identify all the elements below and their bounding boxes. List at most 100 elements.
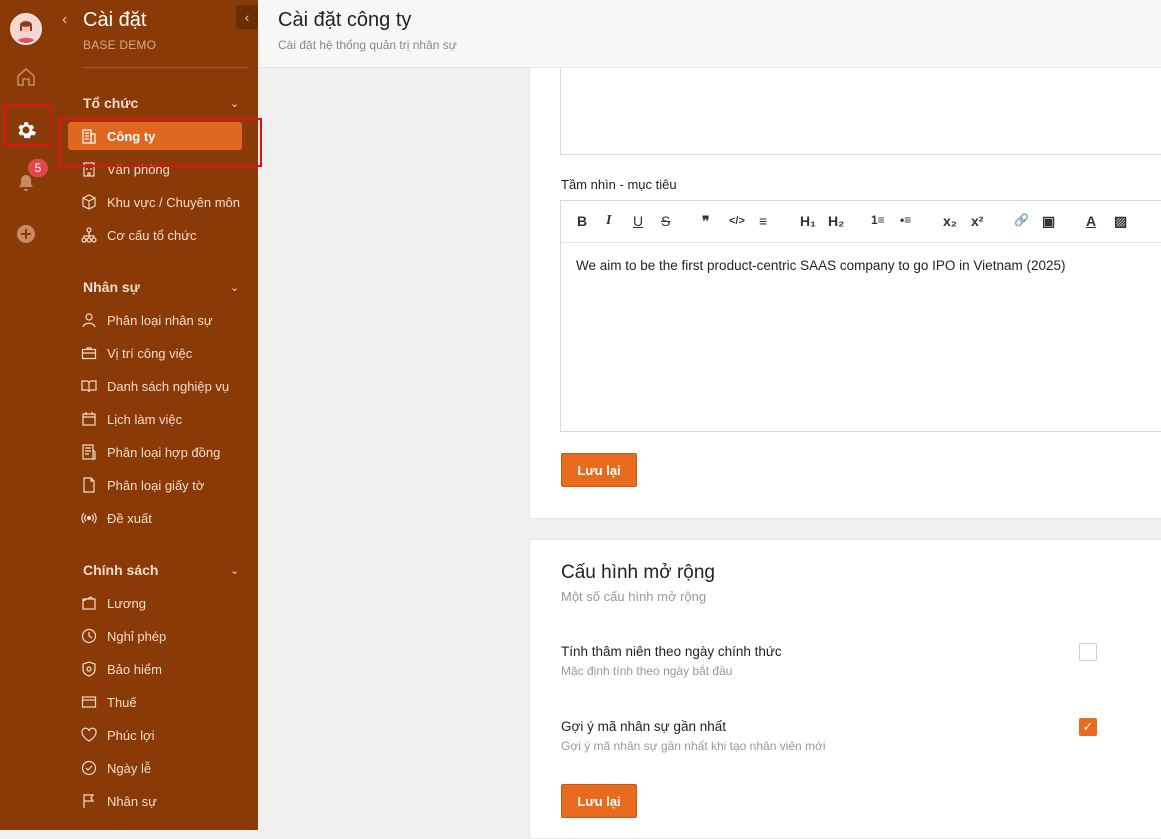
sidebar-item-luong[interactable]: Lương [68, 589, 242, 617]
subscript-icon[interactable]: x₂ [943, 213, 957, 229]
group-to-chuc[interactable]: Tổ chức [83, 95, 138, 111]
bullet-list-icon[interactable]: •≡ [900, 213, 911, 227]
highlight-settings [4, 104, 53, 146]
sidebar-item-thue[interactable]: Thuế [68, 688, 242, 716]
quote-icon[interactable]: ❞ [702, 213, 710, 230]
highlight-icon[interactable]: ▨ [1114, 213, 1127, 230]
contract-icon [80, 444, 98, 460]
sidebar-item-label: Phúc lợi [107, 727, 155, 743]
sidebar-item-khu-vuc[interactable]: Khu vực / Chuyên môn [68, 188, 242, 216]
sidebar-item-de-xuat[interactable]: Đề xuất [68, 504, 242, 532]
sidebar-item-label: Vị trí công việc [107, 345, 193, 361]
superscript-icon[interactable]: x² [971, 213, 983, 229]
highlight-cong-ty [58, 118, 262, 167]
sidebar-item-label: Bảo hiểm [107, 661, 162, 677]
align-icon[interactable]: ≡ [759, 213, 767, 229]
sidebar-item-giay-to[interactable]: Phân loại giấy tờ [68, 471, 242, 499]
tax-icon [80, 694, 98, 710]
sidebar-item-bao-hiem[interactable]: Bảo hiểm [68, 655, 242, 683]
heading2-icon[interactable]: H₂ [828, 213, 844, 229]
group-nhan-su[interactable]: Nhân sự [83, 279, 140, 295]
option-hint: Gợi ý mã nhân sự gần nhất khi tạo nhân v… [561, 739, 826, 753]
sidebar-item-label: Lịch làm việc [107, 411, 183, 427]
company-info-card: Tầm nhìn - mục tiêu B I U S ❞ </> ≡ H₁ H… [529, 68, 1161, 519]
back-chevron-icon[interactable]: ‹ [62, 11, 67, 29]
extended-config-card: Cấu hình mở rộng Một số cấu hình mở rộng… [529, 539, 1161, 839]
vision-label: Tầm nhìn - mục tiêu [561, 177, 677, 192]
image-icon[interactable]: ▣ [1042, 213, 1055, 230]
company-name: BASE DEMO [83, 38, 157, 52]
user-avatar[interactable] [10, 13, 42, 45]
sidebar-title: Cài đặt [83, 9, 147, 31]
briefcase-icon [80, 345, 98, 361]
seniority-checkbox[interactable] [1079, 643, 1097, 661]
sidebar-item-co-cau[interactable]: Cơ cấu tổ chức [68, 221, 242, 249]
org-chart-icon [80, 227, 98, 243]
page-subtitle: Cài đặt hệ thống quản trị nhân sự [278, 38, 457, 52]
option-label: Tính thâm niên theo ngày chính thức [561, 644, 782, 659]
wallet-icon [80, 595, 98, 611]
font-color-icon[interactable]: A [1086, 213, 1096, 229]
code-icon[interactable]: </> [729, 215, 745, 227]
sidebar-item-label: Khu vực / Chuyên môn [107, 194, 240, 210]
heading1-icon[interactable]: H₁ [800, 213, 816, 229]
sidebar-item-label: Đề xuất [107, 510, 152, 526]
home-icon[interactable] [11, 62, 41, 92]
sidebar-item-nhan-su[interactable]: Nhân sự [68, 787, 242, 815]
strikethrough-icon[interactable]: S [661, 213, 670, 229]
option-label: Gợi ý mã nhân sự gần nhất [561, 719, 726, 734]
sidebar-item-label: Nhân sự [107, 793, 157, 809]
user-icon [80, 312, 98, 328]
section-subtitle: Một số cấu hình mở rộng [561, 589, 707, 604]
sidebar-item-danh-sach-nghiep-vu[interactable]: Danh sách nghiệp vụ [68, 372, 242, 400]
save-button[interactable]: Lưu lại [561, 453, 637, 487]
vision-editor-text[interactable]: We aim to be the first product-centric S… [576, 258, 1065, 273]
sidebar-item-vi-tri[interactable]: Vị trí công việc [68, 339, 242, 367]
broadcast-icon [80, 510, 98, 526]
sidebar-item-phan-loai-nhan-su[interactable]: Phân loại nhân sự [68, 306, 242, 334]
ordered-list-icon[interactable]: 1≡ [871, 213, 885, 227]
page-header: Cài đặt công ty Cài đặt hệ thống quản tr… [258, 0, 1161, 68]
save-button[interactable]: Lưu lại [561, 784, 637, 818]
previous-editor-content[interactable] [560, 68, 1161, 155]
sidebar-item-label: Nghỉ phép [107, 628, 167, 644]
sidebar-item-ngay-le[interactable]: Ngày lễ [68, 754, 242, 782]
sidebar-item-label: Phân loại hợp đồng [107, 444, 221, 460]
sidebar-item-hop-dong[interactable]: Phân loại hợp đồng [68, 438, 242, 466]
book-icon [80, 378, 98, 394]
sidebar-item-lich-lam-viec[interactable]: Lịch làm việc [68, 405, 242, 433]
group-chinh-sach[interactable]: Chính sách [83, 562, 158, 578]
sidebar-item-label: Thuế [107, 694, 137, 710]
italic-icon[interactable]: I [606, 213, 611, 229]
bold-icon[interactable]: B [577, 213, 587, 229]
chevron-down-icon[interactable]: ⌄ [230, 564, 239, 577]
notification-badge: 5 [28, 159, 48, 177]
link-icon[interactable]: 🔗 [1014, 213, 1029, 227]
calendar-icon [80, 411, 98, 427]
sidebar-item-label: Ngày lễ [107, 760, 152, 776]
sidebar-item-label: Cơ cấu tổ chức [107, 227, 197, 243]
check-circle-icon [80, 760, 98, 776]
flag-icon [80, 793, 98, 809]
suggest-code-checkbox[interactable]: ✓ [1079, 718, 1097, 736]
underline-icon[interactable]: U [633, 213, 643, 229]
divider [83, 67, 248, 68]
shield-icon [80, 661, 98, 677]
sidebar-item-label: Phân loại giấy tờ [107, 477, 205, 493]
editor-toolbar: B I U S ❞ </> ≡ H₁ H₂ 1≡ •≡ x₂ x² 🔗 ▣ A … [561, 201, 1161, 243]
sidebar-item-phuc-loi[interactable]: Phúc lợi [68, 721, 242, 749]
collapse-sidebar-button[interactable]: ‹ [236, 5, 258, 29]
clock-icon [80, 628, 98, 644]
sidebar-item-nghi-phep[interactable]: Nghỉ phép [68, 622, 242, 650]
add-circle-icon[interactable] [11, 219, 41, 249]
vision-editor: B I U S ❞ </> ≡ H₁ H₂ 1≡ •≡ x₂ x² 🔗 ▣ A … [560, 200, 1161, 432]
section-title: Cấu hình mở rộng [561, 562, 715, 583]
heart-icon [80, 727, 98, 743]
page-title: Cài đặt công ty [278, 9, 412, 31]
option-hint: Mặc định tính theo ngày bắt đầu [561, 664, 733, 678]
sidebar-item-label: Phân loại nhân sự [107, 312, 213, 328]
document-icon [80, 477, 98, 493]
chevron-down-icon[interactable]: ⌄ [230, 97, 239, 110]
cube-icon [80, 194, 98, 210]
chevron-down-icon[interactable]: ⌄ [230, 281, 239, 294]
